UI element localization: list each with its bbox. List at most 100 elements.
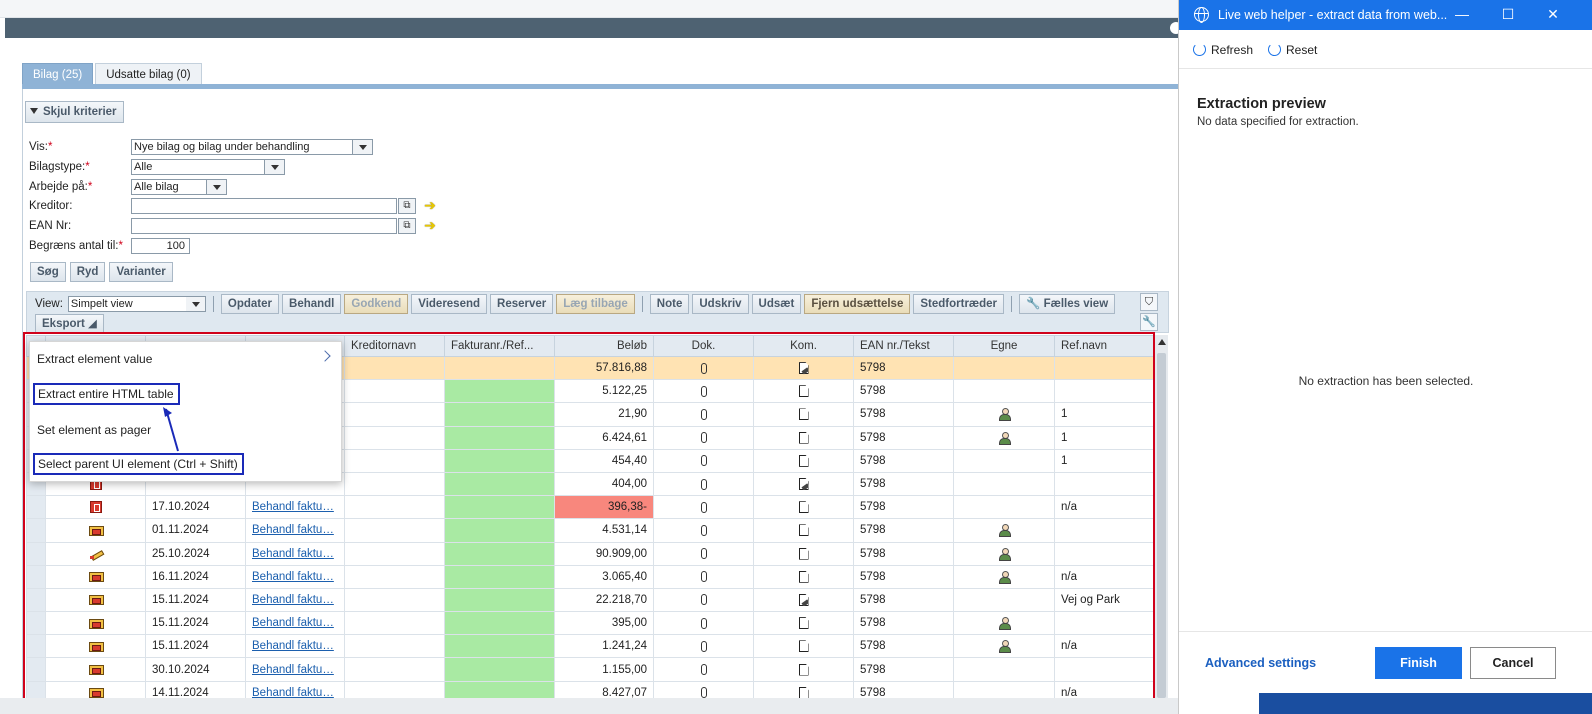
behandl-faktura-link[interactable]: Behandl faktu… bbox=[252, 687, 334, 699]
eksport-button[interactable]: Eksport ◢ bbox=[35, 314, 104, 333]
refnavn-header[interactable]: Ref.navn bbox=[1054, 335, 1154, 357]
table-row[interactable]: 15.11.2024 Behandl faktu… 1.241,24 5798 n/a bbox=[26, 634, 1154, 659]
note-button[interactable]: Note bbox=[649, 294, 690, 314]
table-row[interactable]: 15.11.2024 Behandl faktu… 22.218,70 5798 Vej… bbox=[26, 587, 1154, 613]
stedfortraeder-button[interactable]: Stedfortræder bbox=[913, 294, 1005, 314]
menu-item-set-element-as-pager[interactable]: Set element as pager bbox=[37, 423, 151, 437]
laeg-tilbage-button[interactable]: Læg tilbage bbox=[556, 294, 635, 314]
table-row[interactable]: 16.11.2024 Behandl faktu… 3.065,40 5798 n/a bbox=[26, 564, 1154, 589]
paperclip-icon[interactable] bbox=[700, 501, 707, 513]
clear-button[interactable]: Ryd bbox=[69, 262, 106, 282]
view-dropdown-arrow-icon[interactable] bbox=[185, 296, 206, 312]
comment-document-icon[interactable] bbox=[798, 408, 809, 421]
finish-button[interactable]: Finish bbox=[1375, 647, 1462, 679]
comment-document-icon[interactable] bbox=[798, 640, 809, 653]
menu-item-extract-element-value[interactable]: Extract element value bbox=[37, 352, 152, 366]
variants-button[interactable]: Varianter bbox=[109, 262, 173, 282]
cancel-button[interactable]: Cancel bbox=[1470, 647, 1556, 679]
arbejde-select[interactable]: Alle bilag bbox=[131, 179, 207, 195]
paperclip-icon[interactable] bbox=[700, 455, 707, 467]
paperclip-icon[interactable] bbox=[700, 408, 707, 420]
paperclip-icon[interactable] bbox=[700, 664, 707, 675]
vis-select[interactable]: Nye bilag og bilag under behandling bbox=[131, 139, 353, 155]
behandl-faktura-link[interactable]: Behandl faktu… bbox=[252, 524, 334, 536]
table-row[interactable]: 30.10.2024 Behandl faktu… 1.155,00 5798 bbox=[26, 657, 1154, 682]
row-selector[interactable] bbox=[26, 634, 46, 659]
paperclip-icon[interactable] bbox=[700, 594, 707, 606]
bilagstype-select[interactable]: Alle bbox=[131, 159, 265, 175]
row-selector[interactable] bbox=[26, 657, 46, 682]
comment-document-icon[interactable] bbox=[798, 385, 809, 398]
paperclip-icon[interactable] bbox=[700, 385, 707, 397]
ean-input[interactable] bbox=[131, 218, 397, 234]
kreditor-go-arrow-icon[interactable]: ➔ bbox=[422, 198, 438, 214]
reset-button[interactable]: Reset bbox=[1268, 43, 1317, 57]
behandl-faktura-link[interactable]: Behandl faktu… bbox=[252, 548, 334, 560]
row-selector[interactable] bbox=[26, 611, 46, 636]
comment-document-icon[interactable] bbox=[798, 570, 809, 583]
grid-vertical-scrollbar[interactable] bbox=[1154, 335, 1168, 705]
row-selector[interactable] bbox=[26, 587, 46, 613]
row-selector[interactable] bbox=[26, 518, 46, 543]
egne-header[interactable]: Egne bbox=[953, 335, 1055, 357]
dok-header[interactable]: Dok. bbox=[653, 335, 754, 357]
close-icon[interactable]: ✕ bbox=[1533, 0, 1573, 30]
bilagstype-dropdown-arrow-icon[interactable] bbox=[265, 159, 285, 175]
row-selector[interactable] bbox=[26, 495, 46, 520]
behandl-faktura-link[interactable]: Behandl faktu… bbox=[252, 640, 334, 652]
minimize-icon[interactable]: — bbox=[1442, 0, 1482, 30]
comment-document-icon[interactable] bbox=[798, 686, 809, 699]
behandl-faktura-link[interactable]: Behandl faktu… bbox=[252, 664, 334, 676]
ean-go-arrow-icon[interactable]: ➔ bbox=[422, 218, 438, 234]
fakturanr-header[interactable]: Fakturanr./Ref... bbox=[444, 335, 555, 357]
search-button[interactable]: Søg bbox=[30, 262, 66, 282]
behandl-faktura-link[interactable]: Behandl faktu… bbox=[252, 594, 334, 606]
ean-value-help-icon[interactable]: ⧉ bbox=[398, 218, 416, 234]
faelles-view-button[interactable]: 🔧 Fælles view bbox=[1019, 294, 1116, 314]
behandl-faktura-link[interactable]: Behandl faktu… bbox=[252, 571, 334, 583]
paperclip-icon[interactable] bbox=[700, 362, 707, 374]
reserver-button[interactable]: Reserver bbox=[490, 294, 554, 314]
paperclip-icon[interactable] bbox=[700, 617, 707, 629]
hide-criteria-button[interactable]: Skjul kriterier bbox=[25, 101, 124, 123]
arbejde-dropdown-arrow-icon[interactable] bbox=[207, 179, 227, 195]
videresend-button[interactable]: Videresend bbox=[411, 294, 488, 314]
row-selector[interactable] bbox=[26, 564, 46, 589]
menu-item-extract-html-table[interactable]: Extract entire HTML table bbox=[33, 383, 180, 405]
settings-wrench-icon[interactable]: 🔧 bbox=[1140, 313, 1158, 331]
paperclip-icon[interactable] bbox=[700, 524, 707, 536]
row-selector[interactable] bbox=[26, 541, 46, 566]
scroll-thumb[interactable] bbox=[1157, 353, 1166, 698]
kreditor-input[interactable] bbox=[131, 198, 397, 214]
godkend-button[interactable]: Godkend bbox=[344, 294, 409, 314]
comment-document-icon[interactable] bbox=[798, 501, 809, 514]
comment-document-icon[interactable] bbox=[798, 431, 809, 444]
kom-header[interactable]: Kom. bbox=[753, 335, 854, 357]
opdater-button[interactable]: Opdater bbox=[220, 294, 280, 314]
comment-edit-icon[interactable] bbox=[798, 362, 809, 375]
advanced-settings-link[interactable]: Advanced settings bbox=[1205, 656, 1316, 670]
behandl-faktura-link[interactable]: Behandl faktu… bbox=[252, 501, 334, 513]
comment-document-icon[interactable] bbox=[798, 617, 809, 630]
table-row[interactable]: 15.11.2024 Behandl faktu… 395,00 5798 bbox=[26, 611, 1154, 636]
comment-document-icon[interactable] bbox=[798, 663, 809, 676]
comment-edit-icon[interactable] bbox=[798, 593, 809, 606]
ean-header[interactable]: EAN nr./Tekst bbox=[853, 335, 954, 357]
comment-document-icon[interactable] bbox=[798, 454, 809, 467]
menu-item-select-parent-element[interactable]: Select parent UI element (Ctrl + Shift) bbox=[33, 453, 244, 475]
paperclip-icon[interactable] bbox=[700, 640, 707, 652]
paperclip-icon[interactable] bbox=[700, 478, 707, 490]
maximize-icon[interactable]: ☐ bbox=[1488, 0, 1528, 30]
behandl-faktura-link[interactable]: Behandl faktu… bbox=[252, 617, 334, 629]
view-select[interactable]: Simpelt view bbox=[67, 296, 206, 312]
fjern-udsaettelse-button[interactable]: Fjern udsættelse bbox=[804, 294, 911, 314]
filter-icon[interactable]: ⛉ bbox=[1140, 293, 1158, 311]
belob-header[interactable]: Beløb bbox=[554, 335, 654, 357]
paperclip-icon[interactable] bbox=[700, 687, 707, 699]
behandl-button[interactable]: Behandl bbox=[282, 294, 342, 314]
table-row[interactable]: 17.10.2024 Behandl faktu… 396,38- 5798 n/a bbox=[26, 495, 1154, 520]
paperclip-icon[interactable] bbox=[700, 432, 707, 444]
udskriv-button[interactable]: Udskriv bbox=[692, 294, 749, 314]
comment-document-icon[interactable] bbox=[798, 524, 809, 537]
tab-udsatte-bilag[interactable]: Udsatte bilag (0) bbox=[95, 63, 202, 85]
